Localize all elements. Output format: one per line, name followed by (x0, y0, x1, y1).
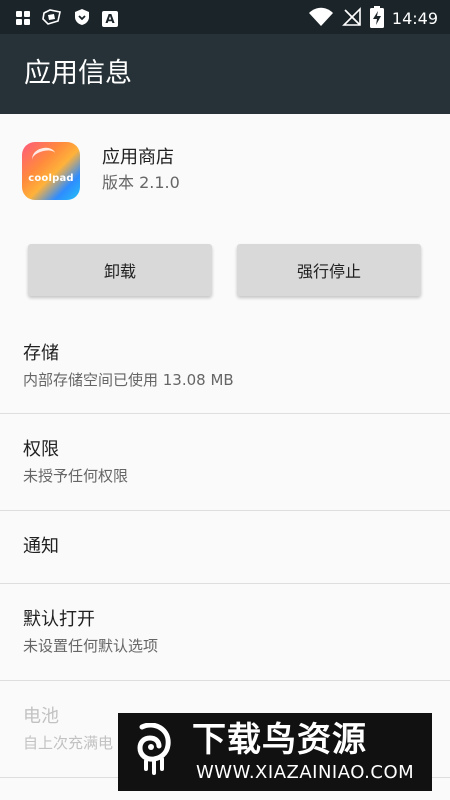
bird-logo-icon (132, 722, 178, 779)
watermark-banner: 下载鸟资源 WWW.XIAZAINIAO.COM (118, 713, 432, 791)
battery-charging-icon (369, 6, 384, 32)
uninstall-button[interactable]: 卸载 (28, 244, 212, 296)
section-title: 通知 (23, 536, 59, 557)
section-subtitle: 内部存储空间已使用 13.08 MB (23, 371, 234, 389)
status-notification-icons: A (16, 8, 118, 30)
status-system-icons: 14:49 (308, 6, 438, 32)
status-clock: 14:49 (391, 9, 438, 28)
watermark-url: WWW.XIAZAINIAO.COM (196, 762, 415, 783)
force-stop-button[interactable]: 强行停止 (237, 244, 421, 296)
app-icon-swoosh (30, 145, 58, 169)
section-title: 存储 (23, 343, 59, 364)
section-title: 电池 (23, 706, 59, 727)
status-bar: A 14:49 (0, 0, 450, 34)
app-store-icon: coolpad (22, 142, 80, 200)
no-signal-icon (341, 7, 362, 31)
a-app-icon: A (102, 11, 118, 27)
section-subtitle: 未设置任何默认选项 (23, 637, 159, 655)
game-icon (42, 9, 62, 29)
app-icon-label: coolpad (28, 173, 74, 184)
page-title: 应用信息 (24, 58, 132, 89)
shield-icon (74, 8, 90, 30)
gallery-icon (16, 10, 30, 29)
section-open-by-default[interactable]: 默认打开 未设置任何默认选项 (0, 584, 450, 680)
wifi-icon (308, 7, 334, 31)
app-version: 版本 2.1.0 (102, 173, 180, 192)
section-subtitle: 未授予任何权限 (23, 467, 129, 485)
watermark-title: 下载鸟资源 (192, 720, 367, 760)
app-info-content: coolpad 应用商店 版本 2.1.0 卸载 强行停止 存储 内部存储空间已… (0, 114, 450, 800)
section-permissions[interactable]: 权限 未授予任何权限 (0, 414, 450, 510)
section-title: 权限 (23, 439, 59, 460)
app-name: 应用商店 (102, 147, 174, 168)
section-title: 默认打开 (23, 609, 95, 630)
section-storage[interactable]: 存储 内部存储空间已使用 13.08 MB (0, 320, 450, 413)
app-bar: 应用信息 (0, 34, 450, 114)
section-notifications[interactable]: 通知 (0, 511, 450, 583)
section-subtitle: 自上次充满电 (23, 734, 114, 752)
